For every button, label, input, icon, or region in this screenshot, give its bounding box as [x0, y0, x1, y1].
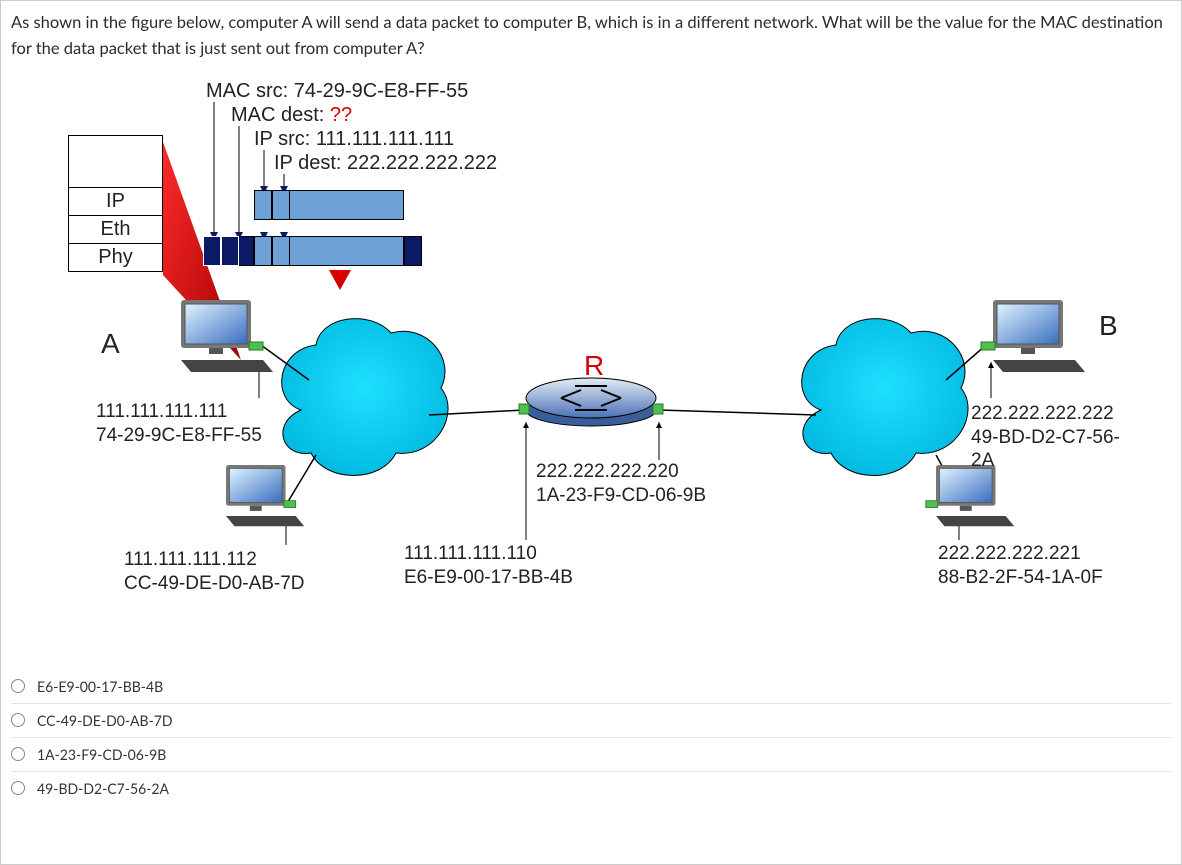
packet-mac-dest-cell — [221, 236, 239, 266]
host-b2-info: 222.222.222.221 88-B2-2F-54-1A-0F — [938, 542, 1103, 590]
question-text: As shown in the figure below, computer A… — [11, 9, 1171, 62]
router-left-ip: 111.111.111.110 — [404, 543, 537, 564]
host-a2-mac: CC-49-DE-D0-AB-7D — [124, 573, 305, 594]
host-a-mac: 74-29-9C-E8-FF-55 — [96, 425, 262, 446]
host-b-ip: 222.222.222.222 — [971, 403, 1114, 424]
host-a2-info: 111.111.111.112 CC-49-DE-D0-AB-7D — [124, 548, 305, 596]
answer-list: E6-E9-00-17-BB-4B CC-49-DE-D0-AB-7D 1A-2… — [11, 670, 1171, 809]
host-b-mac: 49-BD-D2-C7-56-2A — [971, 427, 1120, 472]
answer-label: CC-49-DE-D0-AB-7D — [37, 712, 173, 729]
router-right-ip: 222.222.222.220 — [536, 461, 679, 482]
router-left-info: 111.111.111.110 E6-E9-00-17-BB-4B — [404, 542, 573, 590]
host-a-ip: 111.111.111.111 — [96, 401, 227, 422]
packet-eth-ip-src-cell — [254, 236, 272, 266]
host-a-info: 111.111.111.111 74-29-9C-E8-FF-55 — [96, 400, 262, 448]
host-b2-mac: 88-B2-2F-54-1A-0F — [938, 567, 1103, 588]
host-b2-ip: 222.222.222.221 — [938, 543, 1081, 564]
network-figure: MAC src: 74-29-9C-E8-FF-55 MAC dest: ?? … — [41, 80, 1141, 660]
radio-icon[interactable] — [11, 747, 25, 761]
packet-eth-ip-dest-cell — [272, 236, 290, 266]
answer-label: E6-E9-00-17-BB-4B — [37, 678, 163, 695]
answer-label: 49-BD-D2-C7-56-2A — [37, 780, 169, 797]
label-a: A — [101, 328, 120, 360]
router-right-info: 222.222.222.220 1A-23-F9-CD-06-9B — [536, 460, 706, 508]
answer-option-1[interactable]: CC-49-DE-D0-AB-7D — [11, 703, 1171, 737]
label-b: B — [1099, 310, 1118, 342]
radio-icon[interactable] — [11, 713, 25, 727]
packet-ip-src-cell — [254, 190, 272, 220]
label-r: R — [584, 350, 604, 382]
answer-option-2[interactable]: 1A-23-F9-CD-06-9B — [11, 737, 1171, 771]
radio-icon[interactable] — [11, 679, 25, 693]
packet-mac-src-cell — [203, 236, 221, 266]
answer-label: 1A-23-F9-CD-06-9B — [37, 746, 166, 763]
answer-option-3[interactable]: 49-BD-D2-C7-56-2A — [11, 771, 1171, 805]
router-right-mac: 1A-23-F9-CD-06-9B — [536, 485, 706, 506]
answer-option-0[interactable]: E6-E9-00-17-BB-4B — [11, 670, 1171, 703]
host-a2-ip: 111.111.111.112 — [124, 549, 257, 570]
packet-ip-dest-cell — [272, 190, 290, 220]
packet-eth-trailer — [404, 236, 422, 266]
radio-icon[interactable] — [11, 781, 25, 795]
host-b-info: 222.222.222.222 49-BD-D2-C7-56-2A — [971, 402, 1141, 473]
router-left-mac: E6-E9-00-17-BB-4B — [404, 567, 573, 588]
